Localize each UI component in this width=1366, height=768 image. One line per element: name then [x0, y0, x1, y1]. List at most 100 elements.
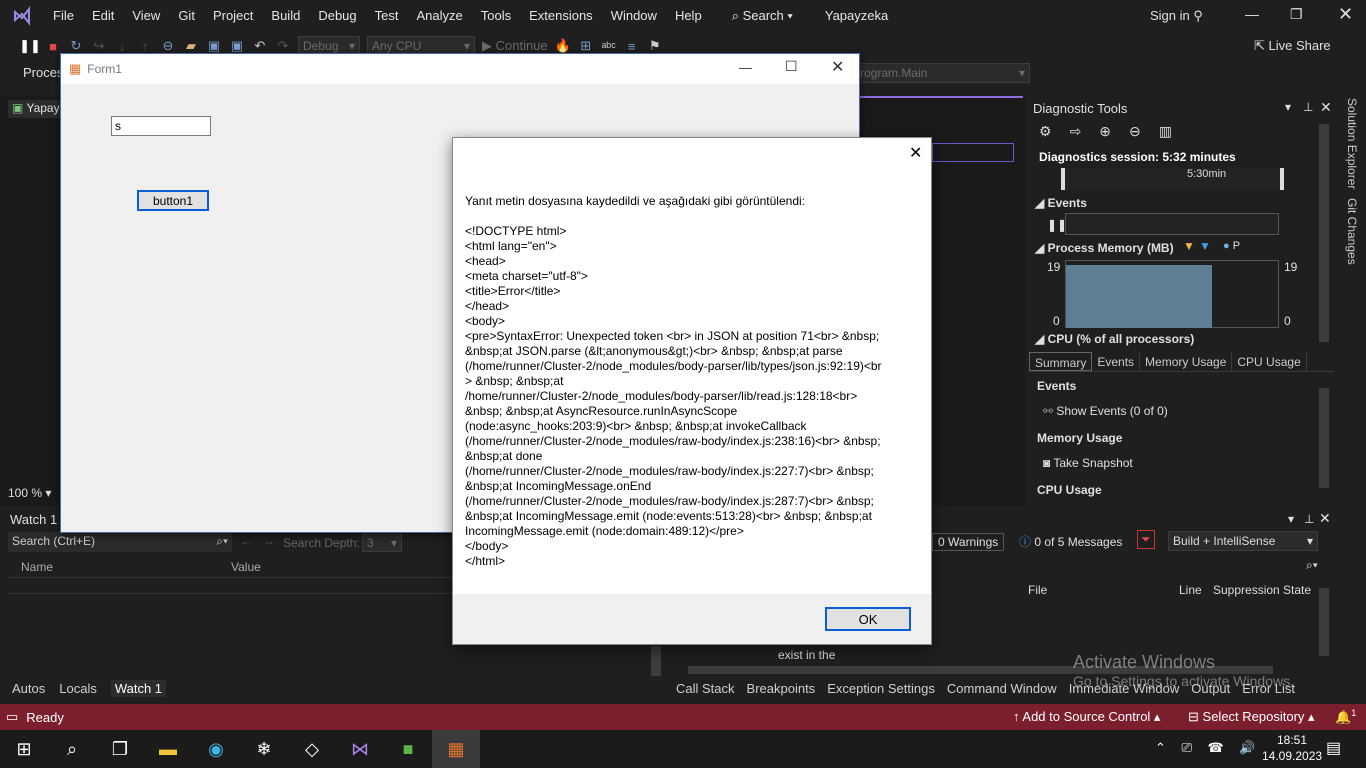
file-explorer-icon[interactable]: ▬ — [144, 730, 192, 768]
continue-button[interactable]: ▶ Continue — [482, 38, 548, 54]
tab-call-stack[interactable]: Call Stack — [676, 681, 735, 696]
menu-file[interactable]: File — [44, 0, 83, 32]
panel-close-icon[interactable]: ✕ — [1319, 510, 1331, 527]
side-tab-git-changes[interactable]: Git Changes — [1341, 198, 1359, 268]
watch-scrollbar[interactable] — [651, 646, 661, 676]
pin-icon[interactable]: ⊥ — [1303, 100, 1313, 114]
filter-icon[interactable]: ⏷ — [1137, 530, 1155, 549]
form-maximize-icon[interactable]: ☐ — [785, 58, 798, 75]
menu-git[interactable]: Git — [169, 0, 204, 32]
menu-test[interactable]: Test — [366, 0, 408, 32]
start-button-icon[interactable]: ⊞ — [0, 730, 48, 768]
unity-icon[interactable]: ◇ — [288, 730, 336, 768]
task-view-icon[interactable]: ❐ — [96, 730, 144, 768]
export-icon[interactable]: ⇨ — [1070, 123, 1082, 140]
warnings-filter[interactable]: 0 Warnings — [932, 533, 1005, 551]
build-intellisense-select[interactable]: Build + IntelliSense ▾ — [1168, 531, 1318, 551]
winforms-app-icon[interactable]: ▦ — [432, 730, 480, 768]
spell-check-icon[interactable]: ᵃᵇᶜ — [601, 38, 617, 54]
back-arrow-icon[interactable]: ← — [240, 534, 252, 548]
add-to-source-control[interactable]: ↑ Add to Source Control ▴ — [1013, 709, 1160, 725]
save-all-icon[interactable]: ▣ — [229, 38, 245, 54]
live-share-button[interactable]: ⇱ Live Share — [1254, 38, 1331, 54]
pause-icon[interactable]: ❚❚ — [19, 38, 41, 54]
close-window-icon[interactable]: ✕ — [1338, 4, 1353, 25]
dropdown-icon[interactable]: ▾ — [1285, 100, 1291, 114]
zoom-out-icon[interactable]: ⊖ — [1129, 123, 1141, 140]
menu-help[interactable]: Help — [666, 0, 711, 32]
hot-reload-icon[interactable]: 🔥 — [555, 38, 571, 54]
error-vscrollbar[interactable] — [1319, 588, 1329, 656]
panel-pin-icon[interactable]: ⊥ — [1304, 512, 1314, 526]
menu-build[interactable]: Build — [262, 0, 309, 32]
visual-studio-logo-icon[interactable] — [0, 0, 44, 32]
menu-view[interactable]: View — [123, 0, 169, 32]
comment-icon[interactable]: ≡ — [624, 38, 640, 54]
taskbar-search-icon[interactable]: ⌕ — [48, 730, 96, 768]
search-depth-select[interactable]: 3 ▾ — [362, 534, 402, 552]
form-minimize-icon[interactable]: — — [739, 60, 752, 75]
take-snapshot-button[interactable]: ◙ Take Snapshot — [1043, 456, 1133, 470]
tab-exception-settings[interactable]: Exception Settings — [827, 681, 935, 696]
settings-gear-icon[interactable]: ⚙ — [1039, 123, 1052, 140]
diag-upper-scrollbar[interactable] — [1319, 124, 1329, 342]
visual-studio-taskbar-icon[interactable]: ⋈ — [336, 730, 384, 768]
save-icon[interactable]: ▣ — [206, 38, 222, 54]
action-center-icon[interactable]: ▤ — [1326, 738, 1341, 758]
edge-browser-icon[interactable]: ◉ — [192, 730, 240, 768]
step-out-icon[interactable]: ↑ — [137, 38, 153, 54]
menu-analyze[interactable]: Analyze — [407, 0, 471, 32]
restore-window-icon[interactable]: ❐ — [1290, 6, 1303, 23]
dialog-close-icon[interactable]: ✕ — [909, 143, 922, 163]
restart-icon[interactable]: ↻ — [68, 38, 84, 54]
toolbox-icon[interactable]: ⊞ — [578, 38, 594, 54]
minecraft-icon[interactable]: ■ — [384, 730, 432, 768]
tab-locals[interactable]: Locals — [59, 681, 97, 696]
form-textbox[interactable]: s — [111, 116, 211, 136]
panel-dropdown-icon[interactable]: ▾ — [1288, 512, 1294, 526]
ok-button[interactable]: OK — [825, 607, 911, 631]
step-over-icon[interactable]: ↪ — [91, 38, 107, 54]
redo-icon[interactable]: ↷ — [275, 38, 291, 54]
zoom-level[interactable]: 100 % ▾ — [8, 486, 51, 500]
bookmark-icon[interactable]: ⚑ — [647, 38, 663, 54]
navigate-back-icon[interactable]: ⊖ — [160, 38, 176, 54]
tab-breakpoints[interactable]: Breakpoints — [747, 681, 816, 696]
menu-project[interactable]: Project — [204, 0, 262, 32]
tab-autos[interactable]: Autos — [12, 681, 45, 696]
tab-memory-usage[interactable]: Memory Usage — [1140, 352, 1233, 371]
forward-arrow-icon[interactable]: → — [263, 534, 275, 548]
watch-search-input[interactable]: Search (Ctrl+E) ⌕▾ — [8, 532, 232, 552]
menu-edit[interactable]: Edit — [83, 0, 123, 32]
messages-filter[interactable]: ⓘ 0 of 5 Messages — [1019, 533, 1122, 550]
tab-watch1[interactable]: Watch 1 — [110, 679, 167, 697]
notifications-bell-icon[interactable]: 🔔1 — [1335, 708, 1356, 725]
select-repository[interactable]: ⊟ Select Repository ▴ — [1188, 709, 1315, 725]
error-search-icon[interactable]: ⌕▾ — [1306, 558, 1318, 573]
chart-icon[interactable]: ▥ — [1159, 123, 1172, 140]
form-close-icon[interactable]: ✕ — [831, 57, 844, 77]
zoom-in-icon[interactable]: ⊕ — [1099, 123, 1111, 140]
close-panel-icon[interactable]: ✕ — [1320, 99, 1332, 116]
stop-icon[interactable]: ■ — [45, 38, 61, 54]
menu-extensions[interactable]: Extensions — [520, 0, 602, 32]
show-events-link[interactable]: ⚯ Show Events (0 of 0) — [1043, 404, 1168, 418]
undo-icon[interactable]: ↶ — [252, 38, 268, 54]
snowflake-app-icon[interactable]: ❄ — [240, 730, 288, 768]
clock[interactable]: 18:51 14.09.2023 — [1262, 732, 1322, 764]
system-tray-icons[interactable]: ⌃ ⎚ ☎ 🔊 — [1155, 740, 1262, 756]
menu-debug[interactable]: Debug — [309, 0, 365, 32]
menu-window[interactable]: Window — [602, 0, 666, 32]
tab-events[interactable]: Events — [1092, 352, 1141, 371]
diag-lower-scrollbar[interactable] — [1319, 388, 1329, 488]
button1[interactable]: button1 — [137, 190, 209, 211]
search-menu-button[interactable]: ⌕ Search ▾ — [723, 0, 802, 32]
menu-tools[interactable]: Tools — [472, 0, 520, 32]
stack-frame-select[interactable]: rogram.Main ▾ — [855, 63, 1030, 83]
tab-command-window[interactable]: Command Window — [947, 681, 1057, 696]
tab-cpu-usage[interactable]: CPU Usage — [1232, 352, 1307, 371]
sign-in-link[interactable]: Sign in ⚲ — [1150, 8, 1203, 24]
minimize-window-icon[interactable]: — — [1245, 6, 1259, 22]
open-folder-icon[interactable]: ▰ — [183, 38, 199, 54]
step-into-icon[interactable]: ↓ — [114, 38, 130, 54]
